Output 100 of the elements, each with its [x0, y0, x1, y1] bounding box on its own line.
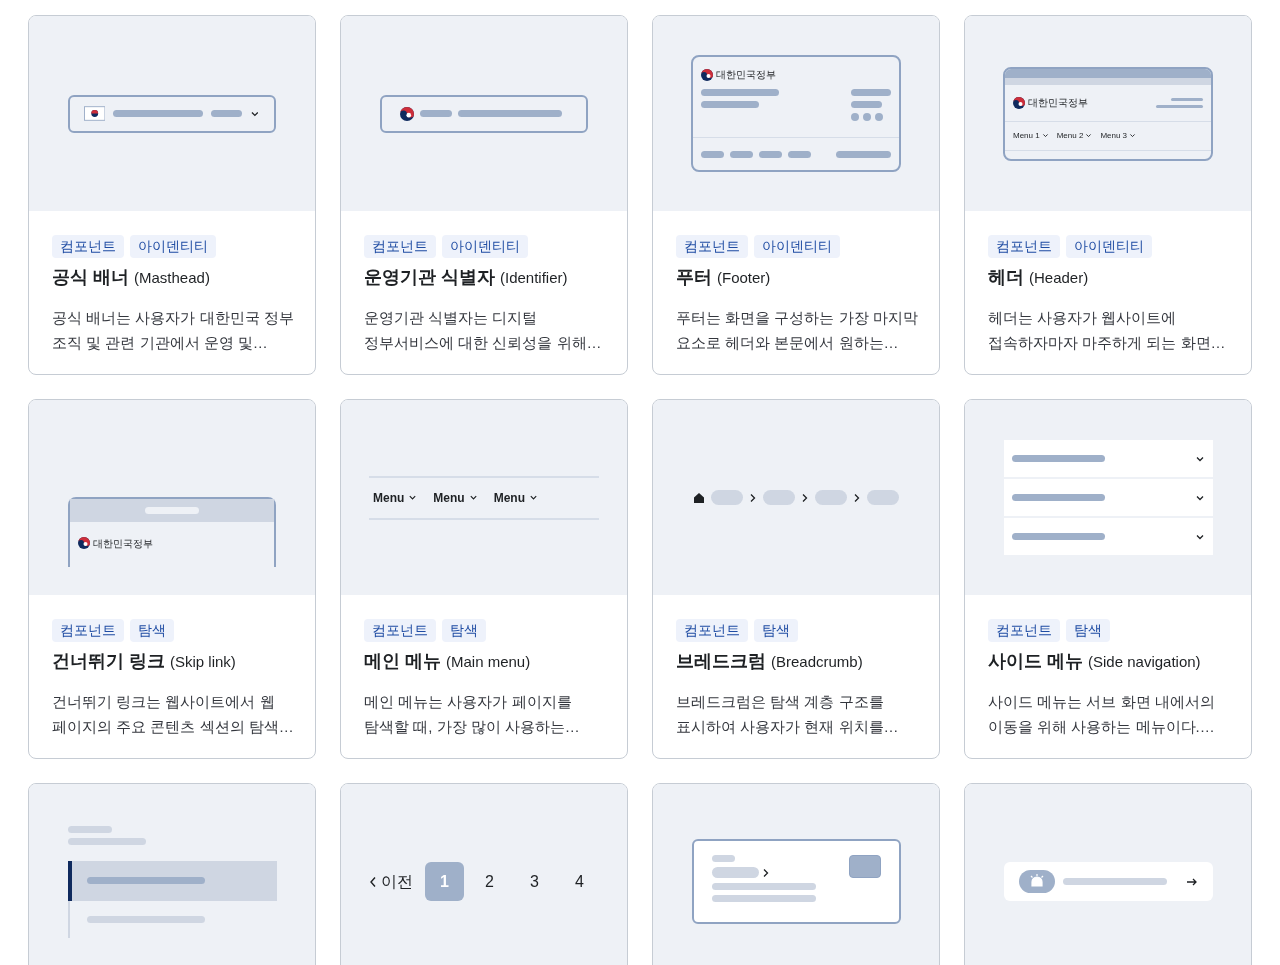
page-button[interactable]: 4 — [560, 862, 599, 901]
tag: 아이덴티티 — [442, 235, 528, 258]
tag: 컴포넌트 — [988, 619, 1060, 642]
logo-text: 대한민국정부 — [93, 536, 153, 551]
card-title: 사이드 메뉴 — [988, 650, 1083, 673]
skeleton-bar — [701, 150, 724, 158]
component-card[interactable]: 대한민국정부 컴포넌트 탐색 건너뛰기 링크 (Skip link) 건너뛰기 링크는 웹사이트에서 웹 페이지의 주요 콘텐츠 섹션의 탐색… — [28, 399, 316, 759]
card-description-line: 메인 메뉴는 사용자가 페이지를 — [364, 692, 573, 712]
previous-link[interactable]: 이전 — [369, 869, 413, 894]
card-description-line: 운영기관 식별자는 디지털 — [364, 308, 539, 328]
card-description-line: 헤더는 사용자가 웹사이트에 — [988, 308, 1178, 328]
arrow-right-icon — [1185, 876, 1198, 887]
tag: 컴포넌트 — [676, 619, 748, 642]
menu-label: Menu — [433, 489, 465, 507]
tag: 탐색 — [754, 619, 798, 642]
emblem-icon — [400, 106, 414, 121]
card-description-line: 공식 배너는 사용자가 대한민국 정부 — [52, 308, 292, 328]
skeleton-bar — [211, 110, 243, 117]
logo-text: 대한민국정부 — [716, 68, 776, 82]
component-card[interactable]: 대한민국정부 Menu 1 Menu 2 Menu 3 컴포넌트 아이덴티티 헤더 (Header) 헤더는 사용자가 웹사이트에 접속하자마자 마주하게 되는 화면… — [964, 15, 1252, 375]
siren-icon — [1018, 870, 1055, 893]
tag: 탐색 — [1066, 619, 1110, 642]
skeleton-bar — [863, 113, 871, 121]
component-card[interactable]: 컴포넌트 탐색 브레드크럼 (Breadcrumb) 브레드크럼은 탐색 계층 구조를 표시하여 사용자가 현재 위치를… — [652, 399, 940, 759]
skeleton-bar — [701, 101, 759, 108]
skeleton-bar — [711, 867, 759, 878]
card-subtitle: (Header) — [1029, 268, 1089, 288]
tag: 컴포넌트 — [52, 235, 124, 258]
component-card[interactable]: 대한민국정부 컴포넌트 아이덴티티 푸터 (Footer) 푸터는 화면을 구성하는 가장 마지막 요소로 헤더와 본문에서 원하는… — [652, 15, 940, 375]
card-description-line: 푸터는 화면을 구성하는 가장 마지막 — [676, 308, 916, 328]
skeleton-bar — [420, 110, 452, 117]
chevron-down-icon — [468, 493, 478, 502]
skeleton-bar — [759, 150, 782, 158]
card-subtitle: (Skip link) — [170, 652, 236, 672]
component-card[interactable]: 이전 1 2 3 4 — [340, 783, 628, 965]
card-subtitle: (Identifier) — [500, 268, 568, 288]
tag: 컴포넌트 — [988, 235, 1060, 258]
card-description-line: 페이지의 주요 콘텐츠 섹션의 탐색… — [52, 717, 292, 737]
card-title: 브레드크럼 — [676, 650, 766, 673]
menu-label: Menu 2 — [1056, 129, 1084, 142]
skeleton-bar — [763, 490, 795, 505]
skeleton-bar — [67, 825, 112, 833]
chevron-right-icon — [749, 492, 757, 503]
tag: 아이덴티티 — [754, 235, 840, 258]
skeleton-bar — [836, 150, 891, 158]
card-description-line: 조직 및 관련 기관에서 운영 및… — [52, 333, 269, 353]
skeleton-bar — [815, 490, 847, 505]
component-card[interactable]: Menu Menu Menu 컴포넌트 탐색 메인 메뉴 (Main menu) 메인 메뉴는 사용자가 페이지를 탐색할 때, 가장 많이 사용하는… — [340, 399, 628, 759]
tag: 컴포넌트 — [364, 235, 436, 258]
component-card[interactable]: 컴포넌트 아이덴티티 운영기관 식별자 (Identifier) 운영기관 식별자는 디지털 정부서비스에 대한 신뢰성을 위해… — [340, 15, 628, 375]
skeleton-bar — [851, 113, 859, 121]
menu-label: Menu — [493, 489, 526, 507]
chevron-left-icon — [369, 875, 377, 888]
page-button[interactable]: 3 — [515, 862, 554, 901]
card-title: 건너뛰기 링크 — [52, 650, 165, 673]
skeleton-bar — [851, 89, 891, 96]
logo-text: 대한민국정부 — [1028, 96, 1088, 110]
skeleton-bar — [851, 101, 882, 108]
card-title: 공식 배너 — [52, 266, 129, 289]
card-description-line: 이동을 위해 사용하는 메뉴이다.… — [988, 717, 1216, 737]
page-button[interactable]: 2 — [470, 862, 509, 901]
card-subtitle: (Side navigation) — [1088, 652, 1201, 672]
home-icon — [693, 491, 705, 504]
card-description-line: 표시하여 사용자가 현재 위치를… — [676, 717, 900, 737]
tag: 아이덴티티 — [1066, 235, 1152, 258]
emblem-icon — [701, 68, 713, 81]
card-description-line: 접속하자마자 마주하게 되는 화면… — [988, 333, 1227, 353]
tag: 컴포넌트 — [364, 619, 436, 642]
chevron-right-icon — [853, 492, 861, 503]
chevron-down-icon — [1041, 132, 1049, 139]
card-description-line: 브레드크럼은 탐색 계층 구조를 — [676, 692, 885, 712]
chevron-right-icon — [761, 867, 770, 878]
card-description-line: 사이드 메뉴는 서브 화면 내에서의 — [988, 692, 1216, 712]
tag: 아이덴티티 — [130, 235, 216, 258]
skeleton-bar — [730, 150, 753, 158]
tag: 컴포넌트 — [676, 235, 748, 258]
skeleton-bar — [875, 113, 883, 121]
card-title: 메인 메뉴 — [364, 650, 441, 673]
skeleton-bar — [1156, 104, 1203, 108]
component-card[interactable]: 컴포넌트 탐색 사이드 메뉴 (Side navigation) 사이드 메뉴는 서브 화면 내에서의 이동을 위해 사용하는 메뉴이다.… — [964, 399, 1252, 759]
chevron-right-icon — [801, 492, 809, 503]
card-subtitle: (Masthead) — [134, 268, 210, 288]
card-subtitle: (Main menu) — [446, 652, 531, 672]
chevron-down-icon — [1085, 132, 1093, 139]
card-title: 푸터 — [676, 266, 712, 289]
chevron-down-icon — [1129, 132, 1137, 139]
card-description-line: 요소로 헤더와 본문에서 원하는… — [676, 333, 900, 353]
flag-icon — [84, 106, 106, 121]
card-description-line: 건너뛰기 링크는 웹사이트에서 웹 — [52, 692, 276, 712]
emblem-icon — [1013, 96, 1025, 109]
component-card[interactable]: 컴포넌트 아이덴티티 공식 배너 (Masthead) 공식 배너는 사용자가 대한민국 정부 조직 및 관련 기관에서 운영 및… — [28, 15, 316, 375]
skeleton-bar — [145, 506, 199, 514]
card-subtitle: (Breadcrumb) — [771, 652, 863, 672]
card-description-line: 정부서비스에 대한 신뢰성을 위해… — [364, 333, 603, 353]
tag: 컴포넌트 — [52, 619, 124, 642]
menu-label: Menu — [373, 489, 405, 507]
chevron-down-icon — [529, 493, 539, 502]
card-description-line: 탐색할 때, 가장 많이 사용하는… — [364, 717, 581, 737]
emblem-icon — [78, 537, 90, 549]
tag: 탐색 — [130, 619, 174, 642]
